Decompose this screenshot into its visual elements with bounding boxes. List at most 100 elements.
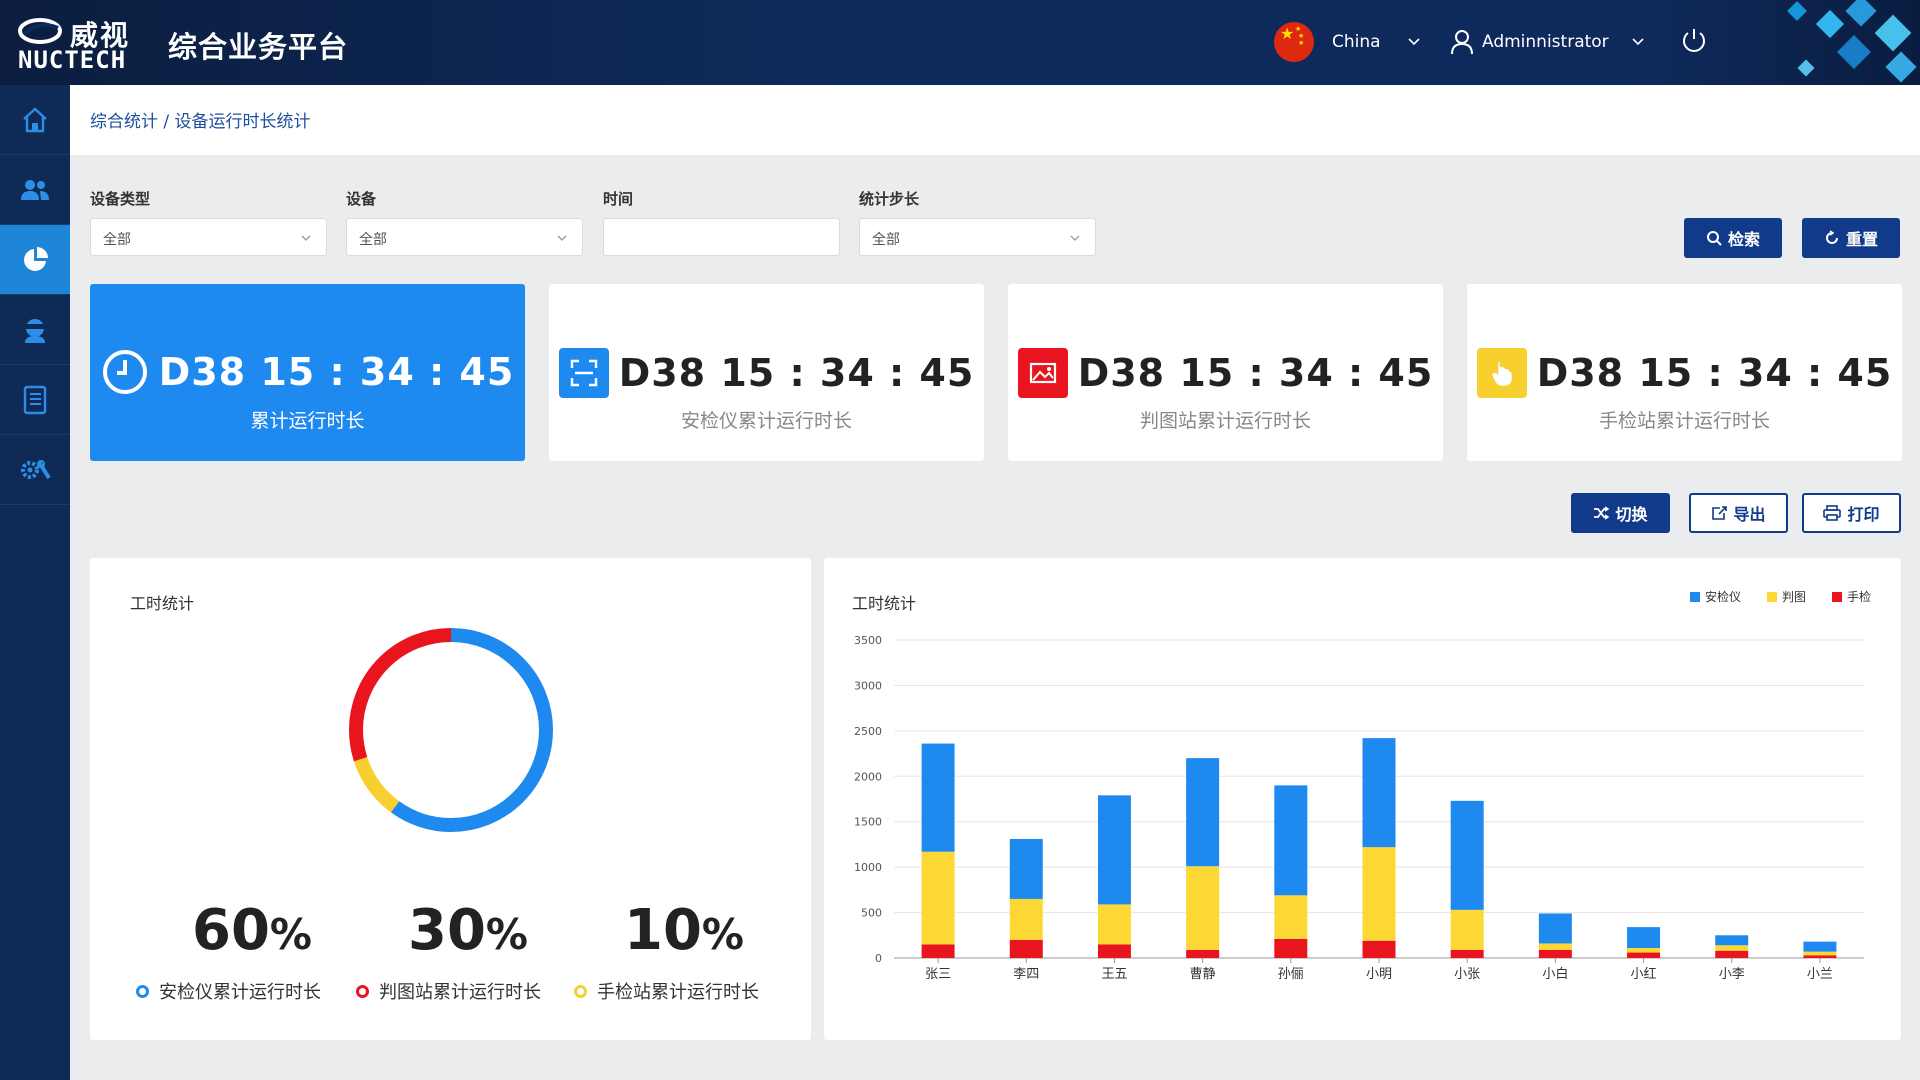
- bar-segment-手检[interactable]: [1186, 949, 1220, 958]
- china-flag-icon: ★ ★ ★ ★: [1274, 22, 1314, 62]
- search-icon: [1706, 231, 1722, 246]
- sidebar-item-inspector[interactable]: [0, 295, 70, 365]
- search-button[interactable]: 检索: [1684, 218, 1782, 258]
- scan-icon: [558, 348, 609, 398]
- bar-chart-panel: 工时统计 安检仪 判图 手检 0 500 1000 1500 2000 2500 3000 3…: [824, 558, 1901, 1040]
- bar-segment-手检[interactable]: [1450, 949, 1484, 958]
- pct-scanner: 60%: [191, 898, 313, 963]
- donut-panel-title: 工时统计: [130, 594, 195, 613]
- reset-button-label: 重置: [1845, 230, 1878, 249]
- legend-item-scanner[interactable]: 安检仪: [1689, 588, 1741, 605]
- x-tick-label: 小兰: [1807, 967, 1833, 982]
- export-button[interactable]: 导出: [1689, 493, 1788, 533]
- bar-segment-安检仪[interactable]: [1362, 738, 1396, 848]
- x-tick-label: 孙俪: [1278, 967, 1304, 982]
- bar-segment-安检仪[interactable]: [1450, 800, 1484, 910]
- bar-segment-手检[interactable]: [1803, 955, 1837, 958]
- y-tick-label: 2000: [854, 770, 882, 783]
- bar-segment-安检仪[interactable]: [1097, 795, 1131, 905]
- legend-swatch: [1689, 591, 1700, 602]
- book-icon: [23, 385, 47, 414]
- filter-step: 统计步长 全部: [859, 188, 1096, 256]
- bar-segment-判图[interactable]: [1362, 847, 1396, 941]
- bar-segment-判图[interactable]: [1450, 909, 1484, 950]
- bar-segment-手检[interactable]: [1097, 944, 1131, 958]
- legend-scanner-label: 安检仪累计运行时长: [159, 982, 321, 1003]
- bar-segment-安检仪[interactable]: [1803, 941, 1837, 952]
- sidebar-item-docs[interactable]: [0, 365, 70, 435]
- bar-segment-安检仪[interactable]: [921, 743, 955, 852]
- pct-scanner-value: 60: [191, 898, 270, 963]
- device-type-select[interactable]: 全部: [90, 218, 327, 256]
- bar-segment-判图[interactable]: [1274, 895, 1308, 939]
- stat-hand-check-value: D38 15 : 34 : 45: [1536, 351, 1893, 395]
- bar-segment-手检[interactable]: [1362, 940, 1396, 958]
- bar-segment-手检[interactable]: [1627, 952, 1661, 958]
- switch-button[interactable]: 切换: [1571, 493, 1670, 533]
- legend-item-image[interactable]: 判图: [1766, 588, 1806, 605]
- bar-segment-安检仪[interactable]: [1186, 758, 1220, 867]
- sidebar-item-statistics[interactable]: [0, 225, 70, 295]
- sidebar-item-settings[interactable]: [0, 435, 70, 505]
- bar-segment-手检[interactable]: [921, 944, 955, 958]
- legend-swatch: [1766, 591, 1777, 602]
- sidebar-item-home[interactable]: [0, 85, 70, 155]
- inspector-icon: [25, 318, 45, 343]
- time-label: 时间: [603, 190, 634, 208]
- bar-segment-判图[interactable]: [921, 851, 955, 945]
- legend-label: 判图: [1781, 590, 1806, 604]
- x-tick-label: 小红: [1631, 966, 1657, 982]
- bar-segment-判图[interactable]: [1538, 943, 1572, 950]
- logo-swirl-icon: [18, 18, 62, 44]
- stat-image-station-caption: 判图站累计运行时长: [1139, 410, 1311, 432]
- x-tick-label: 李四: [1013, 967, 1039, 982]
- reset-button[interactable]: 重置: [1802, 218, 1900, 258]
- user-menu[interactable]: Adminnistrator: [1450, 24, 1645, 60]
- bar-segment-安检仪[interactable]: [1538, 913, 1572, 944]
- bar-segment-判图[interactable]: [1715, 945, 1749, 951]
- stat-card-total: D38 15 : 34 : 45 累计运行时长: [90, 284, 525, 461]
- user-icon: [1451, 30, 1473, 55]
- stat-image-station-value: D38 15 : 34 : 45: [1077, 351, 1434, 395]
- bar-segment-判图[interactable]: [1009, 898, 1043, 940]
- time-input[interactable]: [603, 218, 840, 256]
- legend-hand-check-label: 手检站累计运行时长: [597, 982, 759, 1003]
- bar-segment-安检仪[interactable]: [1274, 785, 1308, 896]
- print-button[interactable]: 打印: [1802, 493, 1901, 533]
- y-tick-label: 2500: [854, 725, 882, 738]
- bar-segment-判图[interactable]: [1097, 904, 1131, 945]
- sidebar-item-users[interactable]: [0, 155, 70, 225]
- bar-segment-手检[interactable]: [1274, 938, 1308, 958]
- device-select[interactable]: 全部: [346, 218, 583, 256]
- legend-image-station: 判图站累计运行时长: [356, 978, 541, 1004]
- red-ring-icon: [356, 984, 369, 998]
- bar-chart-legend: 安检仪 判图 手检: [1689, 588, 1871, 605]
- legend-item-hand[interactable]: 手检: [1831, 588, 1871, 605]
- device-value: 全部: [359, 232, 387, 248]
- country-selector[interactable]: ★ ★ ★ ★ China: [1274, 20, 1421, 64]
- bar-segment-手检[interactable]: [1009, 939, 1043, 958]
- breadcrumb[interactable]: 综合统计 / 设备运行时长统计: [90, 107, 311, 132]
- bar-segment-安检仪[interactable]: [1627, 927, 1661, 949]
- refresh-icon: [1826, 230, 1838, 244]
- filter-time: 时间: [603, 188, 840, 256]
- power-icon[interactable]: [1680, 26, 1708, 54]
- step-select[interactable]: 全部: [859, 218, 1096, 256]
- bar-segment-判图[interactable]: [1627, 948, 1661, 953]
- image-icon: [1017, 348, 1068, 398]
- stat-scanner-value: D38 15 : 34 : 45: [618, 351, 975, 395]
- bar-segment-安检仪[interactable]: [1715, 935, 1749, 946]
- nuctech-logo[interactable]: 威视 NUCTECH: [18, 14, 142, 74]
- bar-segment-手检[interactable]: [1538, 949, 1572, 958]
- bar-segment-手检[interactable]: [1715, 950, 1749, 958]
- y-tick-label: 500: [861, 907, 882, 920]
- pct-hand-check-value: 10: [623, 898, 702, 963]
- switch-button-label: 切换: [1615, 505, 1648, 524]
- country-label: China: [1332, 32, 1381, 52]
- bar-segment-判图[interactable]: [1186, 866, 1220, 950]
- stat-card-scanner: D38 15 : 34 : 45 安检仪累计运行时长: [549, 284, 984, 461]
- legend-scanner: 安检仪累计运行时长: [136, 978, 321, 1004]
- bar-segment-判图[interactable]: [1803, 951, 1837, 956]
- y-tick-label: 3500: [854, 634, 882, 647]
- bar-segment-安检仪[interactable]: [1009, 838, 1043, 899]
